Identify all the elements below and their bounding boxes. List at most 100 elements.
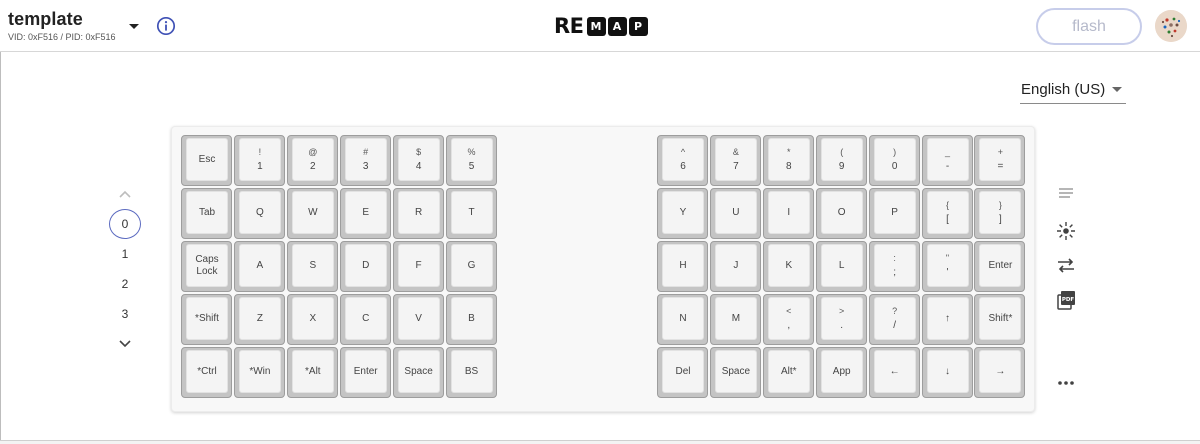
key[interactable]: (9	[815, 135, 867, 186]
key[interactable]: Z	[233, 294, 285, 345]
key[interactable]: R	[392, 188, 444, 239]
key[interactable]: :;	[868, 241, 920, 292]
menu-lines-icon[interactable]	[1054, 181, 1078, 205]
keycap: Enter	[979, 244, 1022, 287]
key[interactable]: J	[709, 241, 761, 292]
key[interactable]: @2	[286, 135, 338, 186]
key[interactable]: Y	[657, 188, 708, 239]
layer-down-chevron-icon[interactable]	[116, 336, 134, 352]
key[interactable]: A	[233, 241, 285, 292]
layer-1[interactable]: 1	[109, 239, 141, 269]
key[interactable]: ←	[868, 347, 920, 398]
key[interactable]: ↑	[921, 294, 973, 345]
key[interactable]: *Shift	[181, 294, 232, 345]
keycap-shift-label: $	[416, 147, 422, 157]
key[interactable]: & 7	[709, 135, 761, 186]
key[interactable]: H	[657, 241, 708, 292]
key[interactable]: E	[339, 188, 391, 239]
key[interactable]: Tab	[181, 188, 232, 239]
key[interactable]: X	[286, 294, 338, 345]
keycap: F	[397, 244, 440, 287]
key[interactable]: D	[339, 241, 391, 292]
key[interactable]: " '	[921, 241, 973, 292]
key[interactable]: % 5	[445, 135, 497, 186]
keycap-label: Q	[256, 206, 264, 218]
key[interactable]: T	[445, 188, 497, 239]
key[interactable]: M	[709, 294, 761, 345]
language-select[interactable]: English (US)	[1020, 77, 1126, 104]
key[interactable]: O	[815, 188, 867, 239]
flash-button[interactable]: flash	[1036, 8, 1142, 45]
key[interactable]: P	[868, 188, 920, 239]
key[interactable]: U	[709, 188, 761, 239]
key[interactable]: Enter	[339, 347, 391, 398]
key[interactable]: ^ 6	[657, 135, 708, 186]
keycap: :;	[873, 244, 916, 287]
key[interactable]: C	[339, 294, 391, 345]
keycap: {[	[926, 191, 969, 234]
keycap: <,	[767, 297, 810, 340]
layer-up-chevron-icon[interactable]	[116, 186, 134, 202]
keyboard-dropdown-caret-icon[interactable]	[126, 18, 142, 34]
key[interactable]: {[	[921, 188, 973, 239]
key[interactable]: F	[392, 241, 444, 292]
key[interactable]: ) 0	[868, 135, 920, 186]
key[interactable]: →	[974, 347, 1026, 398]
more-icon[interactable]	[1054, 371, 1078, 395]
keycap-label: U	[732, 206, 740, 218]
keycap: I	[767, 191, 810, 234]
key[interactable]: ! 1	[233, 135, 285, 186]
key[interactable]: V	[392, 294, 444, 345]
keycap: & 7	[714, 138, 757, 181]
key[interactable]: Q	[233, 188, 285, 239]
vid-pid-label: VID: 0xF516 / PID: 0xF516	[8, 32, 116, 42]
info-icon[interactable]	[156, 16, 176, 36]
key[interactable]: #3	[339, 135, 391, 186]
key[interactable]: W	[286, 188, 338, 239]
key[interactable]: + =	[974, 135, 1026, 186]
layer-3[interactable]: 3	[109, 299, 141, 329]
key[interactable]: K	[762, 241, 814, 292]
key[interactable]: * 8	[762, 135, 814, 186]
keycap-label: X	[309, 312, 317, 324]
key[interactable]: *Win	[233, 347, 285, 398]
key[interactable]: B	[445, 294, 497, 345]
key[interactable]: *Ctrl	[181, 347, 232, 398]
key[interactable]: <,	[762, 294, 814, 345]
key[interactable]: BS	[445, 347, 497, 398]
key[interactable]: ↓	[921, 347, 973, 398]
key[interactable]: I	[762, 188, 814, 239]
key[interactable]: Esc	[181, 135, 232, 186]
keycap: M	[714, 297, 757, 340]
key[interactable]: _ -	[921, 135, 973, 186]
key[interactable]: >.	[815, 294, 867, 345]
key[interactable]: Caps Lock	[181, 241, 232, 292]
key[interactable]: *Alt	[286, 347, 338, 398]
key[interactable]: Shift*	[974, 294, 1026, 345]
pdf-icon[interactable]: PDF	[1054, 288, 1078, 312]
key[interactable]: Del	[657, 347, 708, 398]
keycap-label: ;	[893, 267, 896, 278]
key[interactable]: Space	[392, 347, 444, 398]
keycap: O	[820, 191, 863, 234]
key[interactable]: }]	[974, 188, 1026, 239]
key[interactable]: S	[286, 241, 338, 292]
key[interactable]: ? /	[868, 294, 920, 345]
keycap-shift-label: "	[945, 253, 950, 263]
key[interactable]: N	[657, 294, 708, 345]
key[interactable]: App	[815, 347, 867, 398]
key[interactable]: Enter	[974, 241, 1026, 292]
layer-2[interactable]: 2	[109, 269, 141, 299]
swap-icon[interactable]	[1054, 253, 1078, 277]
keycap: App	[820, 350, 863, 393]
avatar[interactable]	[1155, 10, 1187, 42]
key[interactable]: L	[815, 241, 867, 292]
key[interactable]: Space	[709, 347, 761, 398]
key[interactable]: $4	[392, 135, 444, 186]
keyboard-layout: Esc! 1 @2 #3 $4% 5 Tab Q W E R T Caps Lock A S D F G *Shif…	[171, 126, 1035, 412]
lighting-icon[interactable]	[1054, 219, 1078, 243]
key[interactable]: G	[445, 241, 497, 292]
keyboard-name: template	[8, 9, 83, 29]
layer-0[interactable]: 0	[109, 209, 141, 239]
key[interactable]: Alt*	[762, 347, 814, 398]
